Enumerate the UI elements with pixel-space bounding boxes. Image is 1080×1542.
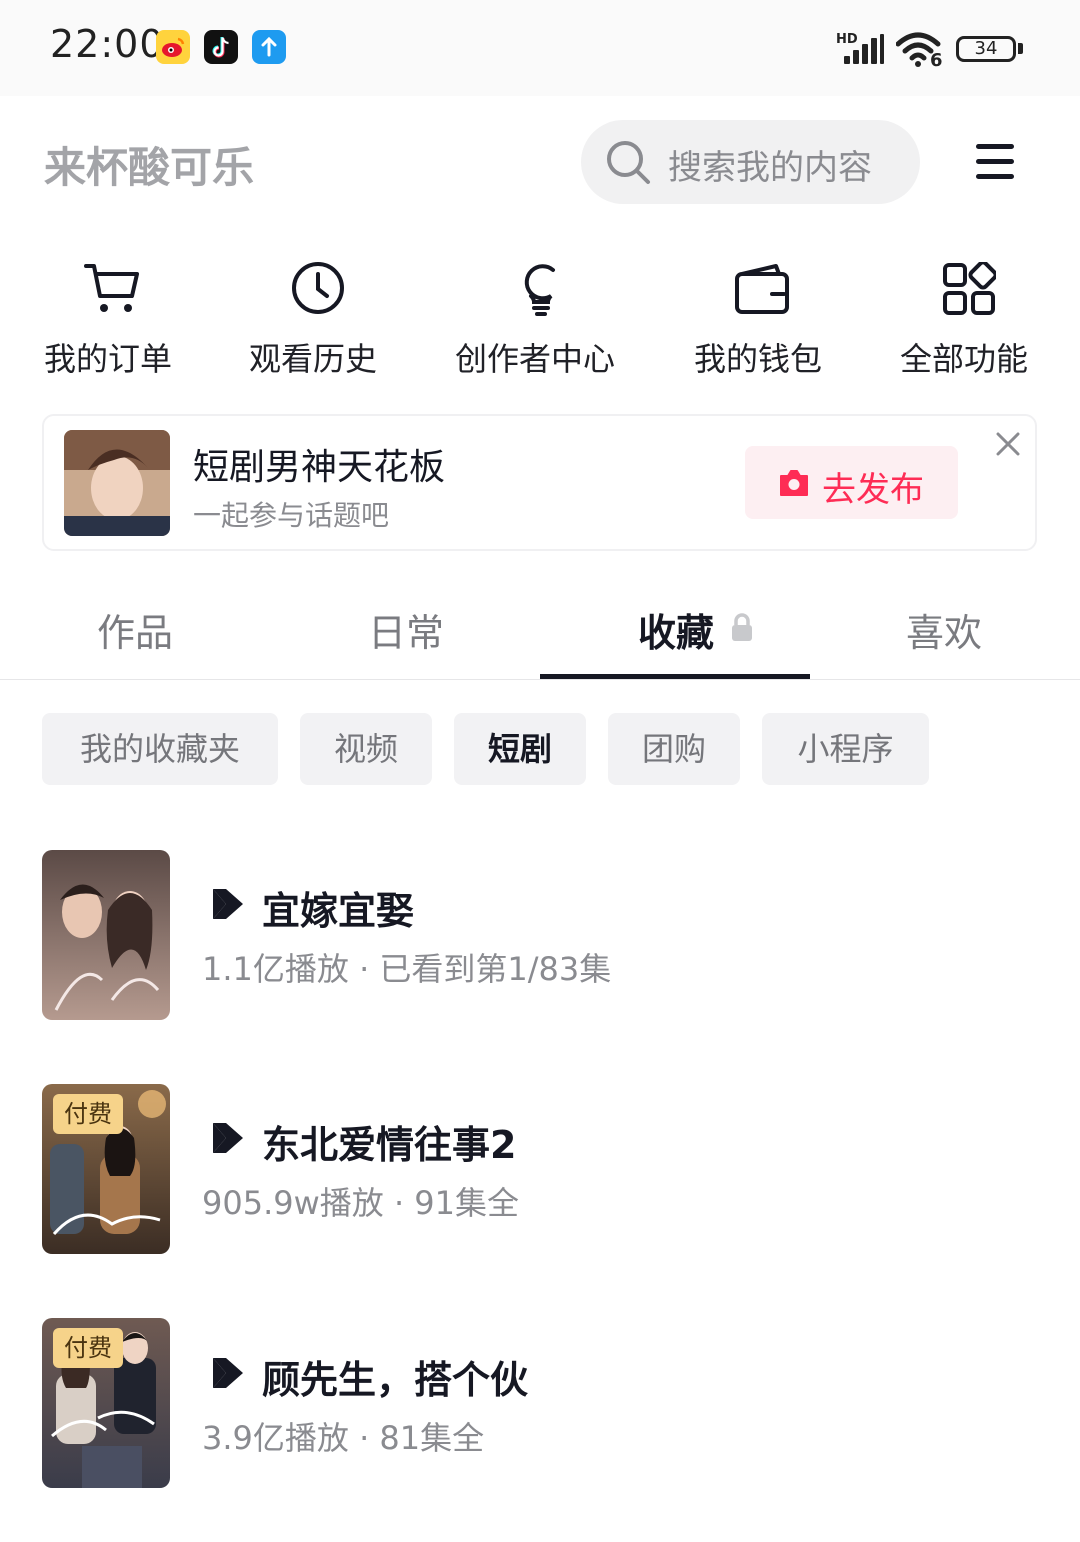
chip-my-folders[interactable]: 我的收藏夹 <box>42 713 278 785</box>
search-placeholder: 搜索我的内容 <box>668 148 872 188</box>
clock-icon[interactable] <box>290 260 346 320</box>
search-icon <box>604 138 652 190</box>
paid-badge: 付费 <box>53 1328 123 1368</box>
battery-level: 34 <box>974 38 998 59</box>
short-drama-play-icon <box>210 1120 246 1156</box>
upload-arrow-icon <box>252 30 286 64</box>
battery-cap <box>1018 43 1023 54</box>
wifi-badge: 6 <box>930 50 943 71</box>
camera-icon <box>778 468 810 502</box>
drama-title[interactable]: 顾先生，搭个伙 <box>262 1349 528 1404</box>
publish-button-label: 去发布 <box>822 470 924 510</box>
cart-icon[interactable] <box>84 260 140 320</box>
chip-group-buy[interactable]: 团购 <box>608 713 740 785</box>
short-drama-play-icon <box>210 1355 246 1391</box>
chip-videos[interactable]: 视频 <box>300 713 432 785</box>
drama-meta: 1.1亿播放 · 已看到第1/83集 <box>202 950 612 988</box>
tabs-divider <box>0 679 1080 680</box>
drama-title[interactable]: 东北爱情往事2 <box>262 1114 516 1169</box>
quick-action-history[interactable]: 观看历史 <box>249 334 377 380</box>
menu-button[interactable] <box>964 136 1026 186</box>
banner-thumbnail <box>64 430 170 536</box>
quick-action-wallet[interactable]: 我的钱包 <box>694 334 822 380</box>
weibo-icon <box>156 30 190 64</box>
tiktok-icon <box>204 30 238 64</box>
quick-action-orders[interactable]: 我的订单 <box>44 334 172 380</box>
short-drama-play-icon <box>210 886 246 922</box>
chip-short-dramas[interactable]: 短剧 <box>454 713 586 785</box>
quick-action-all-features[interactable]: 全部功能 <box>900 334 1028 380</box>
grid-icon[interactable] <box>942 260 998 320</box>
quick-action-creator-center[interactable]: 创作者中心 <box>455 334 615 380</box>
banner-title: 短剧男神天花板 <box>193 447 446 488</box>
drama-meta: 3.9亿播放 · 81集全 <box>202 1419 485 1457</box>
menu-icon <box>976 144 1014 149</box>
wallet-icon[interactable] <box>734 262 790 320</box>
banner-subtitle: 一起参与话题吧 <box>193 499 390 532</box>
tab-daily[interactable]: 日常 <box>368 602 444 657</box>
tab-works[interactable]: 作品 <box>97 602 173 657</box>
close-icon[interactable] <box>994 430 1022 462</box>
signal-icon <box>838 34 884 64</box>
drama-poster[interactable] <box>42 850 170 1020</box>
battery-icon: 34 <box>956 36 1016 62</box>
paid-badge: 付费 <box>53 1094 123 1134</box>
drama-meta: 905.9w播放 · 91集全 <box>202 1184 520 1222</box>
lightbulb-icon[interactable] <box>513 258 569 320</box>
menu-icon-bottom <box>976 174 1014 179</box>
lock-icon <box>730 612 754 646</box>
tab-favorites[interactable]: 收藏 <box>638 602 714 657</box>
menu-icon-mid <box>976 159 1014 164</box>
status-time: 22:00 <box>50 22 165 66</box>
chip-mini-programs[interactable]: 小程序 <box>762 713 929 785</box>
username-title: 来杯酸可乐 <box>44 143 255 192</box>
drama-title[interactable]: 宜嫁宜娶 <box>262 880 414 935</box>
tab-likes[interactable]: 喜欢 <box>906 602 982 657</box>
